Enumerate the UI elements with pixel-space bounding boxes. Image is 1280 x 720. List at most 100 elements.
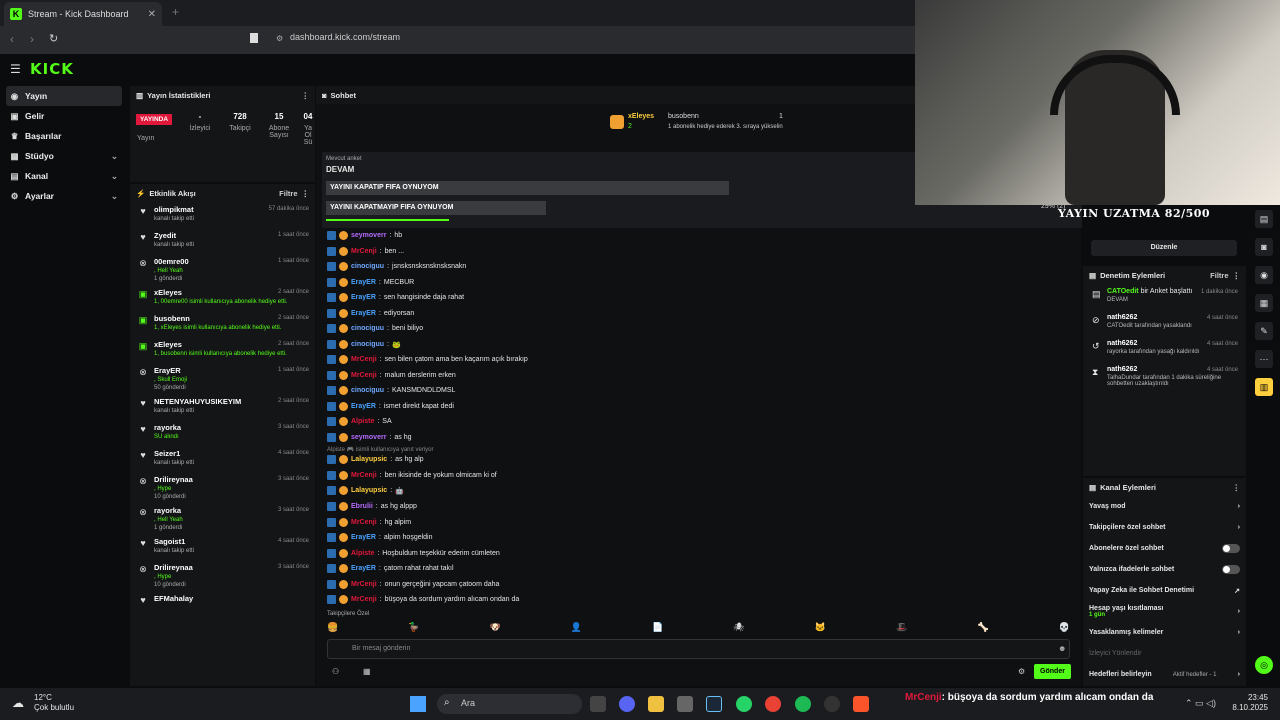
new-tab-icon[interactable]: + — [172, 5, 179, 19]
nav-item-gelir[interactable]: ▣ Gelir — [6, 106, 122, 126]
feed-filter-button[interactable]: Filtre — [279, 189, 297, 198]
chat-username[interactable]: ErayER — [351, 294, 376, 301]
channel-action-row[interactable]: Yalnızca ifadelerle sohbet — [1083, 559, 1246, 580]
site-info-icon[interactable]: ⚙ — [276, 34, 283, 43]
menu-icon[interactable]: ☰ — [10, 62, 21, 76]
emote-icon[interactable]: 🍔 — [327, 622, 338, 636]
chat-username[interactable]: Lalayupsic — [351, 487, 387, 494]
bookmark-icon[interactable] — [250, 33, 258, 43]
send-button[interactable]: Gönder — [1034, 664, 1071, 679]
brave-icon[interactable] — [853, 696, 869, 712]
emote-icon[interactable]: 🎩 — [896, 622, 907, 636]
close-tab-icon[interactable]: ✕ — [148, 9, 156, 20]
more-options-icon[interactable]: ⋮ — [1233, 483, 1241, 492]
more-options-icon[interactable]: ⋮ — [302, 91, 310, 100]
chat-username[interactable]: MrCenji — [351, 248, 377, 255]
kick-logo[interactable]: KICK — [30, 60, 74, 78]
chat-username[interactable]: Ebrulii — [351, 503, 373, 510]
gift-icon[interactable]: ▦ — [363, 667, 371, 676]
emote-icon[interactable]: 🦆 — [408, 622, 419, 636]
channel-action-row[interactable]: Yasaklanmış kelimeler › — [1083, 622, 1246, 643]
nav-item-yayin[interactable]: ◉ Yayın — [6, 86, 122, 106]
chat-users-icon[interactable]: ⚇ — [332, 667, 339, 676]
chat-username[interactable]: MrCenji — [351, 356, 377, 363]
browser-tab[interactable]: K Stream - Kick Dashboard ✕ — [4, 2, 162, 26]
settings-icon[interactable]: ⚙ — [1018, 667, 1025, 676]
chat-username[interactable]: Lalayupsic — [351, 456, 387, 463]
chat-username[interactable]: ErayER — [351, 279, 376, 286]
rail-support-icon[interactable]: ◎ — [1255, 656, 1273, 674]
chat-username[interactable]: cinociguu — [351, 387, 384, 394]
chat-username[interactable]: cinociguu — [351, 341, 384, 348]
chat-username[interactable]: cinociguu — [351, 263, 384, 270]
discord-icon[interactable] — [619, 696, 635, 712]
explorer-icon[interactable] — [648, 696, 664, 712]
chat-username[interactable]: ErayER — [351, 565, 376, 572]
task-view-icon[interactable] — [590, 696, 606, 712]
weather-widget[interactable]: 12°C Çok bulutlu — [34, 693, 74, 713]
channel-action-row[interactable]: Takipçilere özel sohbet › — [1083, 517, 1246, 538]
chrome-icon[interactable] — [765, 696, 781, 712]
nav-item-basarilar[interactable]: ♛ Başarılar — [6, 126, 122, 146]
poll-option-1[interactable]: YAYINI KAPATIP FIFA OYNUYOM — [326, 181, 730, 195]
chat-username[interactable]: MrCenji — [351, 519, 377, 526]
toggle-switch[interactable] — [1222, 544, 1240, 553]
chat-username[interactable]: cinociguu — [351, 325, 384, 332]
chat-username[interactable]: Alpiste — [351, 550, 374, 557]
channel-action-row[interactable]: Abonelere özel sohbet — [1083, 538, 1246, 559]
chat-username[interactable]: ErayER — [351, 534, 376, 541]
leader-2-name[interactable]: busobenn — [668, 113, 699, 120]
emoji-picker-icon[interactable]: ☻ — [1058, 644, 1066, 653]
chat-username[interactable]: ErayER — [351, 403, 376, 410]
url-text[interactable]: dashboard.kick.com/stream — [290, 32, 400, 42]
channel-action-row[interactable]: Yavaş mod › — [1083, 496, 1246, 517]
edit-button[interactable]: Düzenle — [1091, 240, 1237, 256]
forward-icon[interactable]: › — [30, 32, 34, 46]
back-icon[interactable]: ‹ — [10, 32, 14, 46]
modlog-filter-button[interactable]: Filtre — [1210, 271, 1228, 280]
rail-share-icon[interactable]: ⋯ — [1255, 350, 1273, 368]
leader-1-name[interactable]: xEleyes — [628, 113, 654, 120]
modlog-user[interactable]: nath6262 — [1107, 366, 1137, 373]
emote-icon[interactable]: 🐱 — [815, 622, 826, 636]
chat-username[interactable]: MrCenji — [351, 596, 377, 603]
chat-username[interactable]: MrCenji — [351, 581, 377, 588]
chat-username[interactable]: seymoverr — [351, 232, 386, 239]
steam-icon[interactable] — [706, 696, 722, 712]
spotify-icon[interactable] — [795, 696, 811, 712]
store-icon[interactable] — [677, 696, 693, 712]
rail-wrench-icon[interactable]: ✎ — [1255, 322, 1273, 340]
rail-broadcast-icon[interactable]: ◉ — [1255, 266, 1273, 284]
rail-calendar-icon[interactable]: ▥ — [1255, 378, 1273, 396]
channel-action-row[interactable]: Hedefleri belirleyin Aktif hedefler - 1 › — [1083, 664, 1246, 685]
emote-icon[interactable]: 👤 — [571, 622, 582, 636]
nav-item-kanal[interactable]: ▤ Kanal ⌄ — [6, 166, 122, 186]
chat-username[interactable]: seymoverr — [351, 434, 386, 441]
modlog-user[interactable]: nath6262 — [1107, 314, 1137, 321]
chat-username[interactable]: MrCenji — [351, 472, 377, 479]
obs-icon[interactable] — [824, 696, 840, 712]
chat-input[interactable]: Bir mesaj gönderin — [327, 639, 1070, 659]
rail-chat-icon[interactable]: ◙ — [1255, 238, 1273, 256]
poll-option-2[interactable]: YAYINI KAPATMAYIP FIFA OYNUYOM — [326, 201, 547, 215]
channel-action-row[interactable]: Yapay Zeka ile Sohbet Denetimi ↗ — [1083, 580, 1246, 601]
emote-icon[interactable]: 📄 — [652, 622, 663, 636]
chat-username[interactable]: Alpiste — [351, 418, 374, 425]
toggle-switch[interactable] — [1222, 565, 1240, 574]
emote-icon[interactable]: 🕷 — [733, 622, 744, 636]
reload-icon[interactable]: ↻ — [49, 32, 58, 45]
rail-list-icon[interactable]: ▦ — [1255, 294, 1273, 312]
tray-icons[interactable]: ⌃ ▭ ◁) — [1185, 698, 1216, 709]
modlog-user[interactable]: CATOedit — [1107, 288, 1139, 295]
channel-action-row[interactable]: Hesap yaşı kısıtlaması 1 gün › — [1083, 601, 1246, 622]
more-options-icon[interactable]: ⋮ — [1233, 271, 1241, 280]
nav-item-studyo[interactable]: ▦ Stüdyo ⌄ — [6, 146, 122, 166]
emote-icon[interactable]: 🦴 — [977, 622, 988, 636]
chat-username[interactable]: MrCenji — [351, 372, 377, 379]
rail-doc-icon[interactable]: ▤ — [1255, 210, 1273, 228]
whatsapp-icon[interactable] — [736, 696, 752, 712]
nav-item-ayarlar[interactable]: ⚙ Ayarlar ⌄ — [6, 186, 122, 206]
emote-icon[interactable]: 💀 — [1059, 622, 1070, 636]
chat-username[interactable]: ErayER — [351, 310, 376, 317]
feed-username[interactable]: EFMahalay — [154, 594, 309, 603]
